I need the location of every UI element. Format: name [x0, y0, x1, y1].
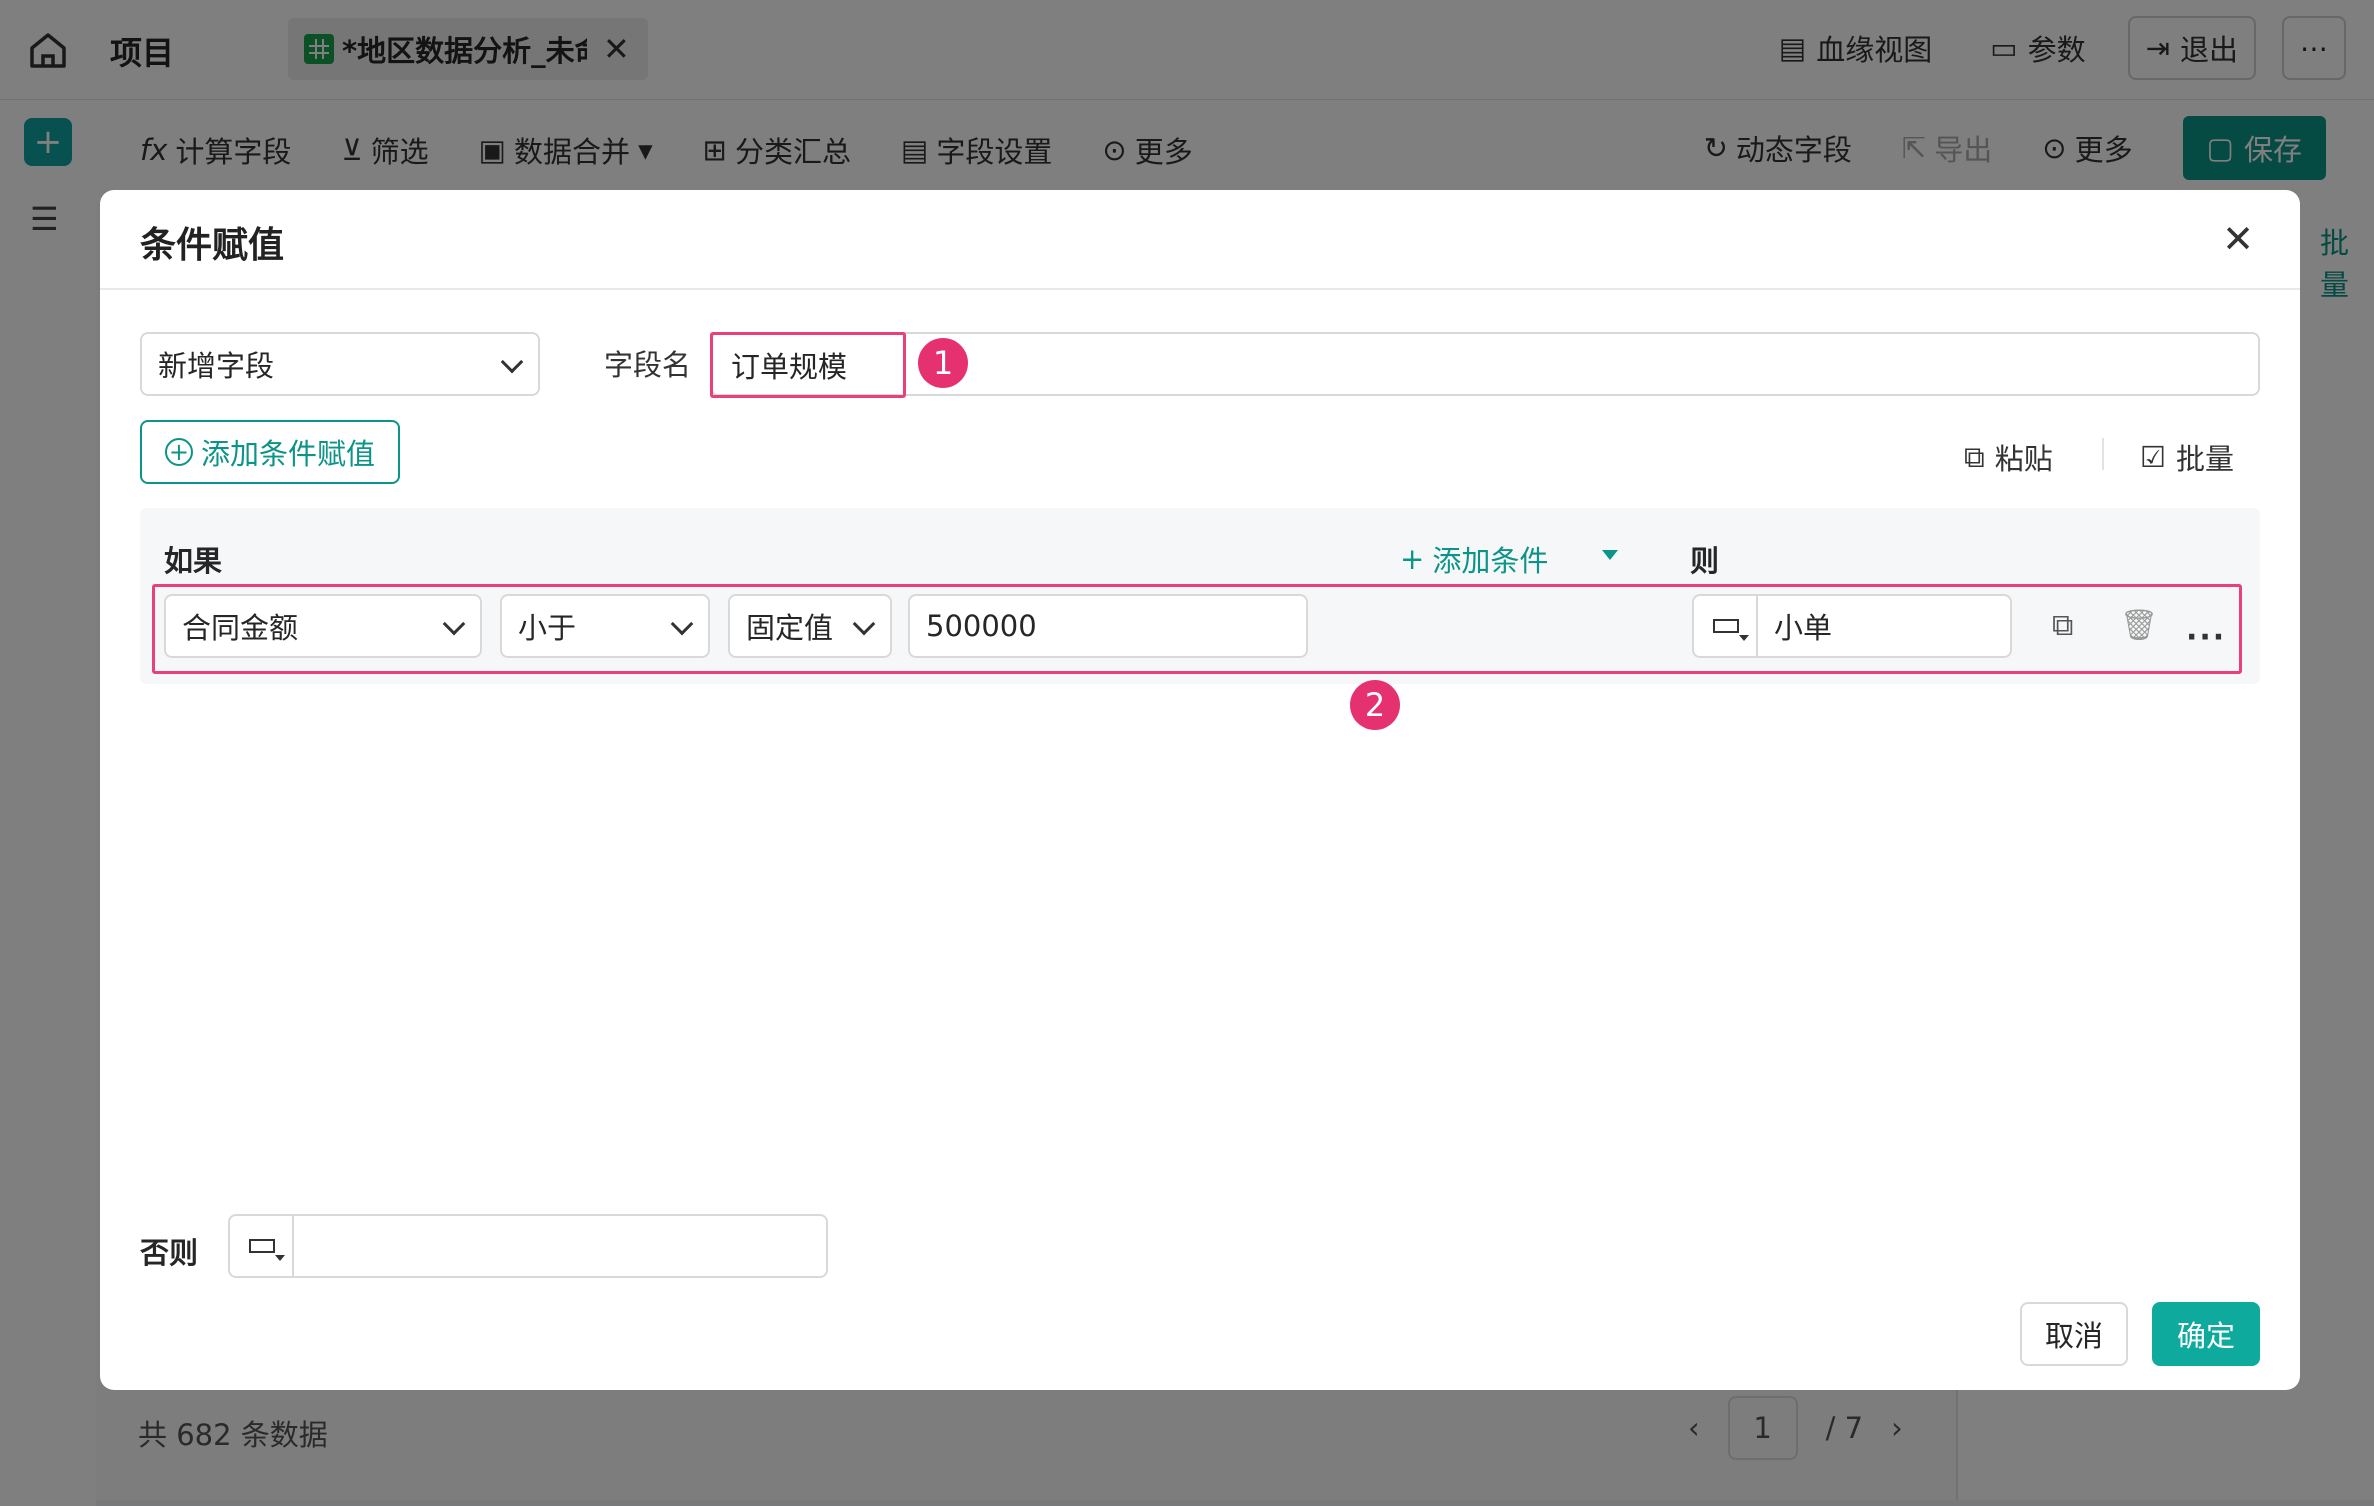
step-badge-2: 2	[1350, 680, 1400, 730]
plus-circle-icon: +	[164, 438, 193, 466]
dialog-title: 条件赋值	[140, 225, 285, 266]
then-label: 则	[1690, 544, 1720, 578]
field-name-value: 订单规模	[731, 350, 848, 384]
field-name-label: 字段名	[604, 348, 692, 382]
add-condition-link[interactable]: + 添加条件	[1400, 538, 1548, 580]
else-value-input[interactable]	[292, 1214, 828, 1278]
add-condition-label: 添加条件	[1432, 544, 1549, 578]
conditional-assign-dialog: 条件赋值 ✕ 新增字段 字段名 订单规模 1 + 添加条件赋值 ⧉ 粘贴 ☑ 批…	[100, 190, 2300, 1390]
batch-button[interactable]: ☑ 批量	[2140, 436, 2234, 478]
paste-icon: ⧉	[1964, 439, 1985, 474]
plus-icon: +	[1400, 542, 1425, 576]
checkbox-icon: ☑	[2140, 440, 2166, 474]
add-condition-dropdown-icon[interactable]	[1602, 550, 1618, 560]
add-conditional-assign-label: 添加条件赋值	[200, 437, 375, 471]
else-label: 否则	[140, 1236, 199, 1270]
chevron-down-icon	[500, 350, 524, 374]
divider	[2102, 438, 2104, 470]
dialog-header: 条件赋值 ✕	[100, 190, 2300, 290]
close-icon[interactable]: ✕	[2222, 220, 2254, 258]
batch-label: 批量	[2176, 442, 2235, 476]
field-name-value-highlight[interactable]: 订单规模	[710, 332, 906, 398]
field-mode-value: 新增字段	[158, 349, 275, 383]
step-badge-1: 1	[918, 338, 968, 388]
text-type-icon	[249, 1239, 285, 1261]
if-label: 如果	[164, 544, 223, 578]
cancel-button[interactable]: 取消	[2020, 1302, 2128, 1366]
confirm-button[interactable]: 确定	[2152, 1302, 2260, 1366]
add-conditional-assign-button[interactable]: + 添加条件赋值	[140, 420, 400, 484]
paste-button[interactable]: ⧉ 粘贴	[1964, 436, 2053, 478]
condition-row-highlight	[152, 584, 2242, 674]
else-type-switch[interactable]	[228, 1214, 294, 1278]
field-mode-select[interactable]: 新增字段	[140, 332, 540, 396]
paste-label: 粘贴	[1994, 442, 2053, 476]
